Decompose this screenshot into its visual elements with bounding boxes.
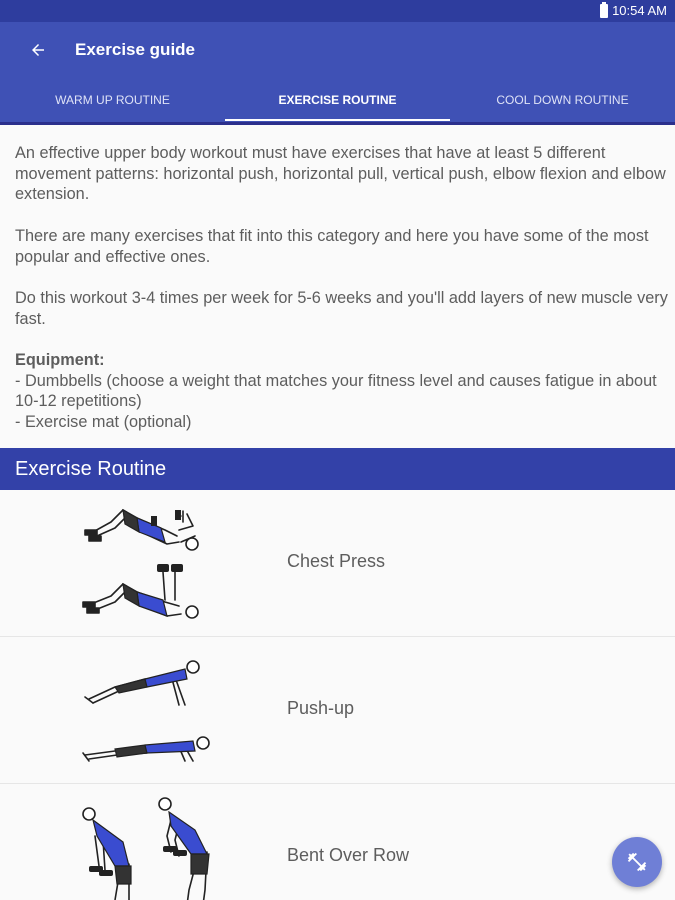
app-bar: Exercise guide: [0, 22, 675, 78]
push-up-illustration: [82, 660, 210, 762]
intro-paragraph: There are many exercises that fit into t…: [15, 226, 649, 266]
battery-icon: [600, 1, 609, 18]
status-right: 10:54 AM: [600, 1, 667, 18]
dumbbell-icon: [627, 852, 647, 872]
tab-label: WARM UP ROUTINE: [55, 93, 170, 107]
exercise-list: Chest Press Push-up Bent Over Row: [0, 490, 675, 900]
exercise-name: Bent Over Row: [287, 845, 410, 865]
chest-press-illustration: [82, 508, 199, 619]
tab-exercise-routine[interactable]: EXERCISE ROUTINE: [225, 78, 450, 122]
exercise-name: Push-up: [287, 698, 355, 718]
equipment-item: - Exercise mat (optional): [15, 413, 192, 432]
tab-cool-down-routine[interactable]: COOL DOWN ROUTINE: [450, 78, 675, 122]
bent-over-row-illustration: [82, 797, 210, 900]
tab-warm-up-routine[interactable]: WARM UP ROUTINE: [0, 78, 225, 122]
exercise-item-push-up[interactable]: Push-up: [0, 637, 675, 784]
intro-text: An effective upper body workout must hav…: [15, 143, 670, 433]
workout-fab[interactable]: [612, 837, 662, 887]
intro-paragraph: An effective upper body workout must hav…: [15, 144, 666, 204]
tab-bar: WARM UP ROUTINE EXERCISE ROUTINE COOL DO…: [0, 78, 675, 122]
equipment-block: Equipment: - Dumbbells (choose a weight …: [15, 350, 670, 433]
exercise-item-bent-over-row[interactable]: Bent Over Row: [0, 784, 675, 900]
back-button[interactable]: [22, 34, 54, 66]
exercise-name: Chest Press: [287, 551, 386, 571]
section-header: Exercise Routine: [0, 448, 675, 490]
equipment-title: Equipment:: [15, 350, 105, 369]
exercise-item-chest-press[interactable]: Chest Press: [0, 490, 675, 637]
page-title: Exercise guide: [75, 40, 196, 59]
status-time: 10:54 AM: [612, 3, 667, 18]
intro-paragraph: Do this workout 3-4 times per week for 5…: [15, 288, 668, 328]
arrow-left-icon: [32, 44, 44, 56]
tab-bar-divider: [0, 122, 675, 125]
status-bar: 10:54 AM: [0, 0, 675, 22]
equipment-item: - Dumbbells (choose a weight that matche…: [15, 371, 657, 411]
tab-label: COOL DOWN ROUTINE: [496, 93, 629, 107]
tab-label: EXERCISE ROUTINE: [278, 93, 397, 107]
